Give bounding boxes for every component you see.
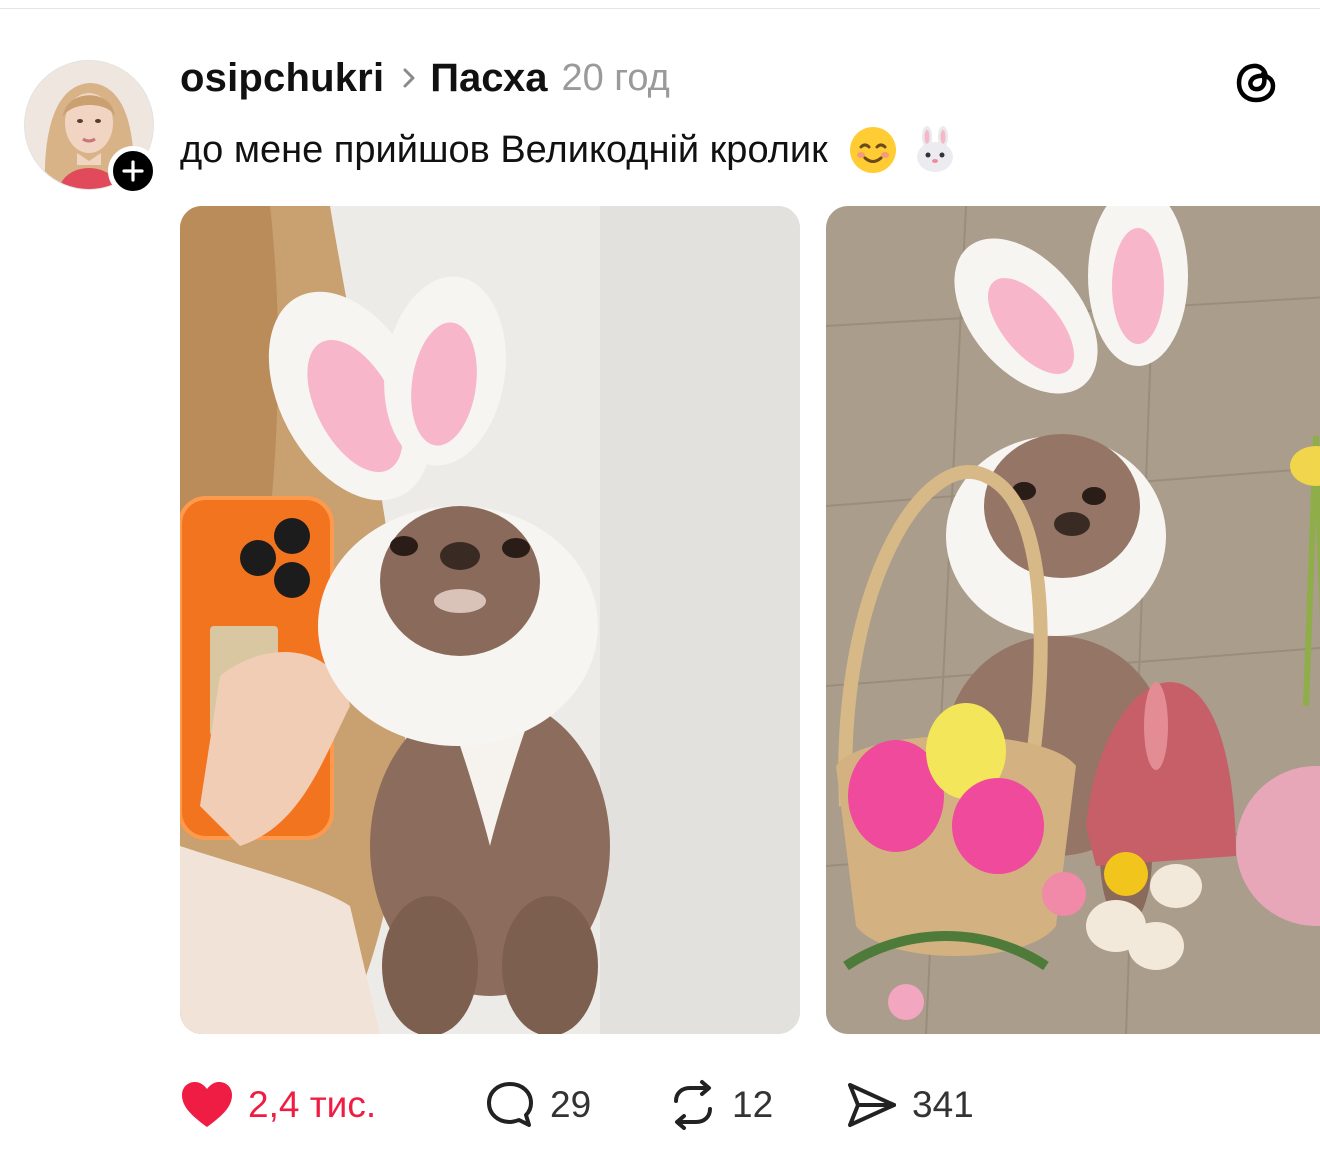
comment-count: 29 xyxy=(550,1084,592,1125)
media-carousel[interactable] xyxy=(180,206,1320,1034)
follow-button[interactable] xyxy=(108,146,158,196)
post-timestamp: 20 год xyxy=(561,56,670,99)
share-send-icon xyxy=(848,1083,896,1127)
comment-button[interactable]: 29 xyxy=(484,1078,668,1132)
repost-icon xyxy=(674,1080,712,1130)
plus-icon xyxy=(122,160,144,182)
topic-tag-link[interactable]: Пасха xyxy=(430,56,547,101)
heart-filled-icon xyxy=(182,1082,232,1127)
username-link[interactable]: osipchukri xyxy=(180,56,384,101)
threads-logo-icon[interactable] xyxy=(1232,56,1282,106)
like-count: 2,4 тис. xyxy=(248,1084,377,1125)
repost-count: 12 xyxy=(732,1084,774,1125)
comment-bubble-icon xyxy=(487,1082,533,1127)
post-header: osipchukri Пасха 20 год xyxy=(180,52,670,104)
share-count: 341 xyxy=(912,1084,974,1125)
action-bar: 2,4 тис. 29 12 341 xyxy=(180,1078,986,1132)
like-button[interactable]: 2,4 тис. xyxy=(180,1078,416,1132)
rabbit-face-emoji xyxy=(910,125,960,175)
chevron-right-icon xyxy=(402,67,416,89)
post-photo-1[interactable] xyxy=(180,206,800,1034)
top-divider xyxy=(0,8,1320,9)
post-photo-2[interactable] xyxy=(826,206,1320,1034)
share-button[interactable]: 341 xyxy=(846,1078,986,1132)
smiling-face-emoji xyxy=(848,125,898,175)
author-avatar-container[interactable] xyxy=(22,58,158,196)
repost-button[interactable]: 12 xyxy=(668,1078,846,1132)
caption-text: до мене прийшов Великодній кролик xyxy=(180,128,828,171)
post-caption: до мене прийшов Великодній кролик xyxy=(180,122,960,178)
